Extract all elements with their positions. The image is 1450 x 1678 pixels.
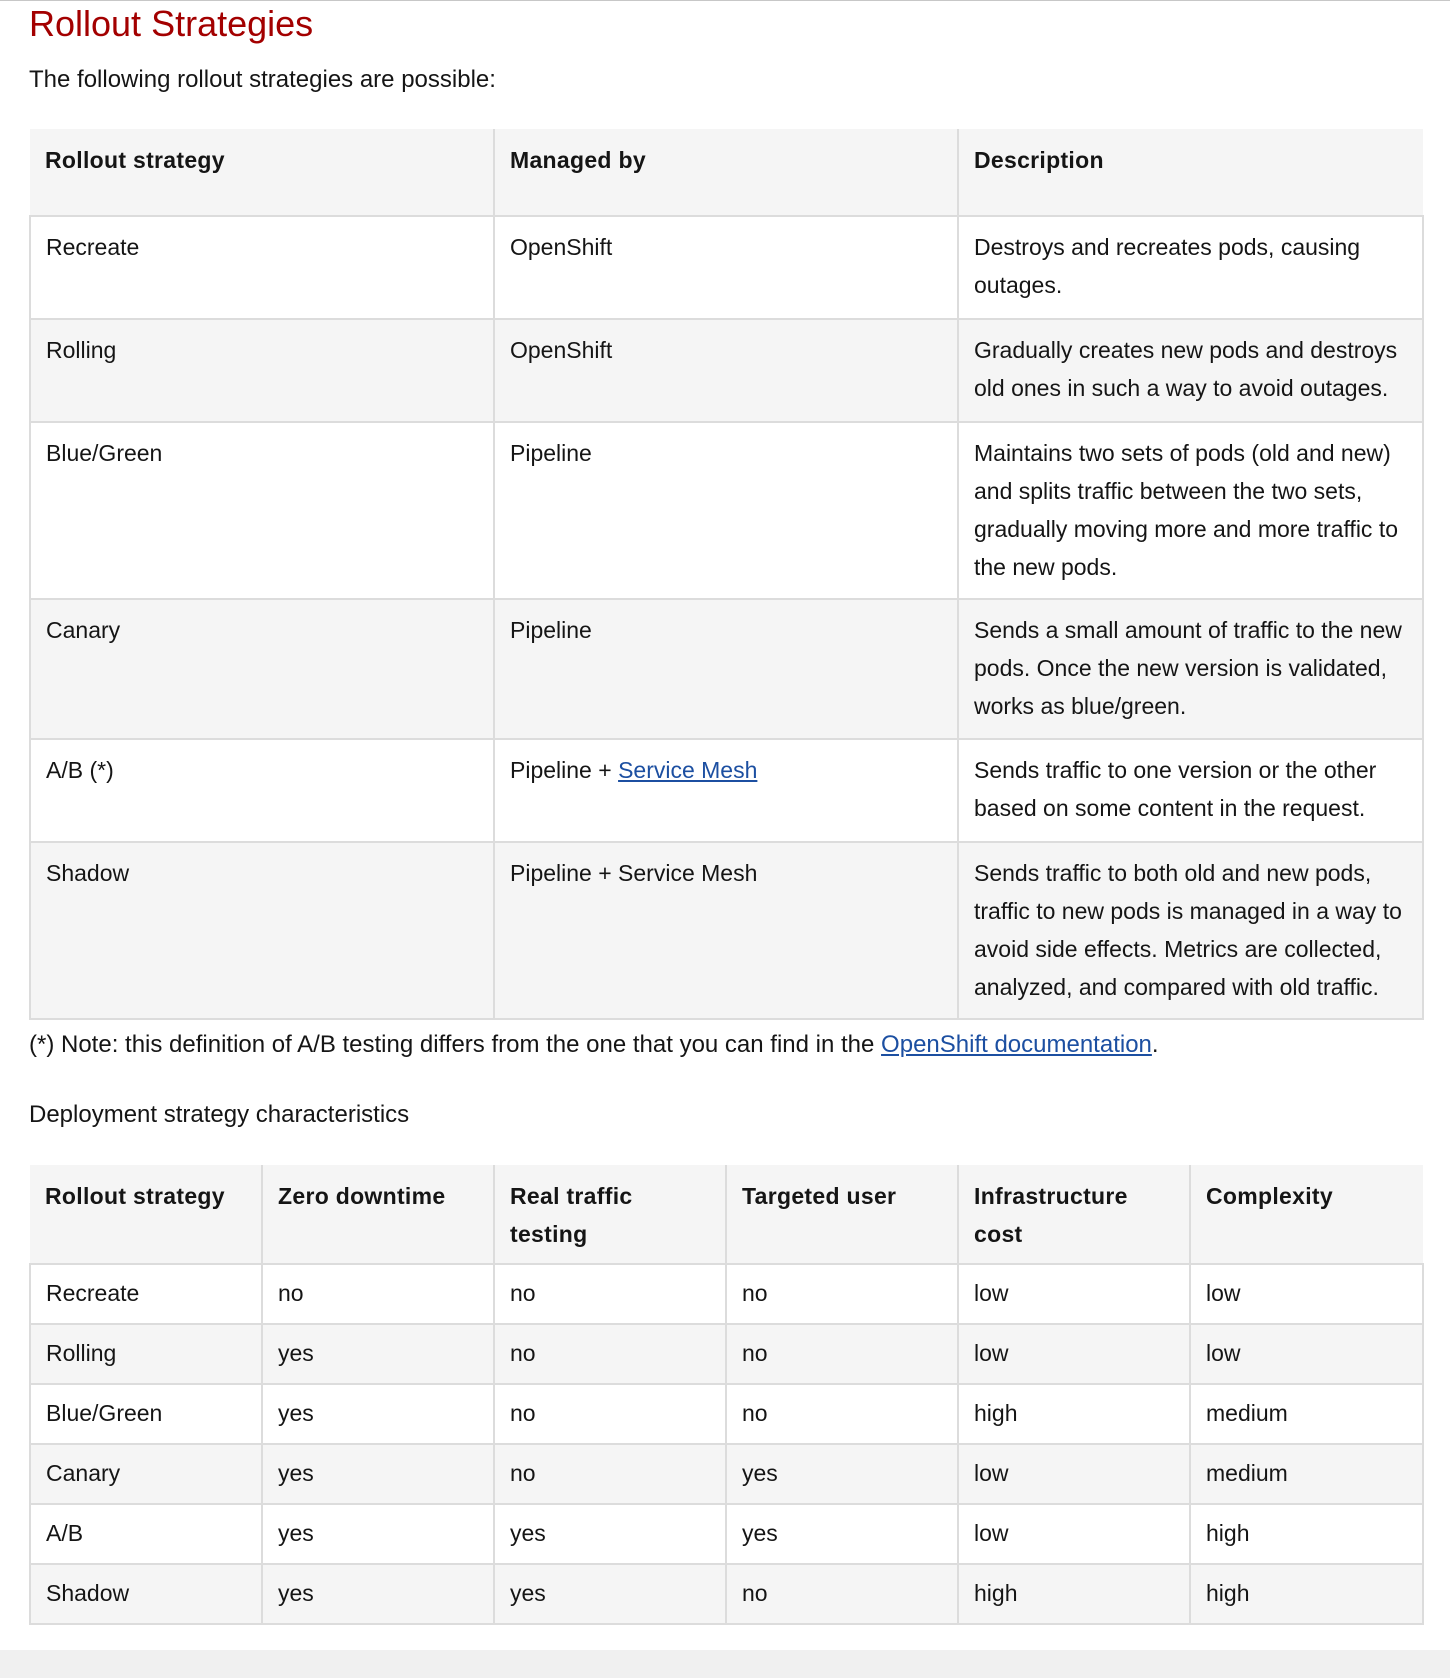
description-cell: Maintains two sets of pods (old and new)… (957, 421, 1424, 600)
column-header: Description (958, 129, 1423, 217)
rollout-strategies-table: Rollout strategy Managed by Description … (29, 129, 1424, 1020)
targeted-user-cell: no (725, 1323, 959, 1385)
zero-downtime-cell: yes (261, 1503, 495, 1565)
complexity-cell: low (1189, 1323, 1424, 1385)
column-header: Targeted user (726, 1165, 959, 1265)
zero-downtime-cell: yes (261, 1323, 495, 1385)
column-header: Rollout strategy (30, 1165, 263, 1265)
complexity-cell: high (1189, 1503, 1424, 1565)
strategy-cell: Rolling (29, 1323, 263, 1385)
zero-downtime-cell: yes (261, 1383, 495, 1445)
table-row: Recreate OpenShift Destroys and recreate… (29, 215, 1424, 320)
service-mesh-link[interactable]: Service Mesh (618, 757, 757, 783)
table-row: Canary Pipeline Sends a small amount of … (29, 598, 1424, 740)
table-header-row: Rollout strategy Zero downtime Real traf… (30, 1165, 1423, 1265)
table-row: Shadow yes yes no high high (29, 1563, 1424, 1625)
strategy-cell: Blue/Green (29, 421, 495, 600)
infrastructure-cost-cell: high (957, 1383, 1191, 1445)
managed-by-cell: OpenShift (493, 215, 959, 320)
description-cell: Sends traffic to one version or the othe… (957, 738, 1424, 843)
real-traffic-testing-cell: no (493, 1323, 727, 1385)
complexity-cell: low (1189, 1263, 1424, 1325)
real-traffic-testing-cell: yes (493, 1503, 727, 1565)
targeted-user-cell: yes (725, 1503, 959, 1565)
strategy-cell: Shadow (29, 841, 495, 1020)
description-cell: Sends traffic to both old and new pods, … (957, 841, 1424, 1020)
managed-by-cell: Pipeline (493, 598, 959, 740)
zero-downtime-cell: yes (261, 1443, 495, 1505)
strategy-cell: Canary (29, 1443, 263, 1505)
targeted-user-cell: no (725, 1563, 959, 1625)
managed-by-cell: Pipeline + Service Mesh (493, 841, 959, 1020)
bottom-bar (0, 1650, 1450, 1678)
infrastructure-cost-cell: low (957, 1263, 1191, 1325)
table-row: Rolling yes no no low low (29, 1323, 1424, 1385)
description-cell: Sends a small amount of traffic to the n… (957, 598, 1424, 740)
managed-by-prefix: Pipeline + (510, 757, 619, 783)
column-header: Rollout strategy (30, 129, 495, 217)
table-row: Canary yes no yes low medium (29, 1443, 1424, 1505)
zero-downtime-cell: no (261, 1263, 495, 1325)
intro-paragraph: The following rollout strategies are pos… (29, 66, 496, 93)
strategy-cell: Recreate (29, 1263, 263, 1325)
table-row: A/B yes yes yes low high (29, 1503, 1424, 1565)
infrastructure-cost-cell: low (957, 1443, 1191, 1505)
table-row: Blue/Green yes no no high medium (29, 1383, 1424, 1445)
complexity-cell: medium (1189, 1383, 1424, 1445)
complexity-cell: medium (1189, 1443, 1424, 1505)
real-traffic-testing-cell: yes (493, 1563, 727, 1625)
strategy-cell: Blue/Green (29, 1383, 263, 1445)
managed-by-cell: Pipeline + Service Mesh (493, 738, 959, 843)
characteristics-body: Recreate no no no low low Rolling yes no no low low… (29, 1263, 1424, 1625)
ab-testing-note: (*) Note: this definition of A/B testing… (29, 1027, 1159, 1063)
note-suffix: . (1151, 1031, 1159, 1058)
managed-by-cell: OpenShift (493, 318, 959, 423)
column-header: Zero downtime (262, 1165, 495, 1265)
table-row: A/B (*) Pipeline + Service Mesh Sends tr… (29, 738, 1424, 843)
column-header: Managed by (494, 129, 959, 217)
section-title: Rollout Strategies (29, 3, 314, 44)
openshift-documentation-link[interactable]: OpenShift documentation (881, 1031, 1152, 1058)
strategy-cell: Recreate (29, 215, 495, 320)
column-header: Infrastructure cost (958, 1165, 1191, 1265)
real-traffic-testing-cell: no (493, 1383, 727, 1445)
strategy-cell: Canary (29, 598, 495, 740)
real-traffic-testing-cell: no (493, 1263, 727, 1325)
infrastructure-cost-cell: low (957, 1323, 1191, 1385)
deployment-characteristics-table: Rollout strategy Zero downtime Real traf… (29, 1165, 1424, 1625)
strategy-cell: A/B (*) (29, 738, 495, 843)
note-text: (*) Note: this definition of A/B testing… (29, 1031, 882, 1058)
strategy-cell: Shadow (29, 1563, 263, 1625)
targeted-user-cell: yes (725, 1443, 959, 1505)
targeted-user-cell: no (725, 1263, 959, 1325)
strategy-cell: Rolling (29, 318, 495, 423)
zero-downtime-cell: yes (261, 1563, 495, 1625)
column-header: Complexity (1190, 1165, 1423, 1265)
strategy-cell: A/B (29, 1503, 263, 1565)
infrastructure-cost-cell: high (957, 1563, 1191, 1625)
infrastructure-cost-cell: low (957, 1503, 1191, 1565)
real-traffic-testing-cell: no (493, 1443, 727, 1505)
characteristics-caption: Deployment strategy characteristics (29, 1101, 410, 1128)
column-header: Real traffic testing (494, 1165, 727, 1265)
complexity-cell: high (1189, 1563, 1424, 1625)
targeted-user-cell: no (725, 1383, 959, 1445)
table-header-row: Rollout strategy Managed by Description (30, 129, 1423, 217)
table-row: Recreate no no no low low (29, 1263, 1424, 1325)
table-row: Shadow Pipeline + Service Mesh Sends tra… (29, 841, 1424, 1020)
managed-by-cell: Pipeline (493, 421, 959, 600)
description-cell: Gradually creates new pods and destroys … (957, 318, 1424, 423)
description-cell: Destroys and recreates pods, causing out… (957, 215, 1424, 320)
table-row: Rolling OpenShift Gradually creates new … (29, 318, 1424, 423)
table-row: Blue/Green Pipeline Maintains two sets o… (29, 421, 1424, 600)
